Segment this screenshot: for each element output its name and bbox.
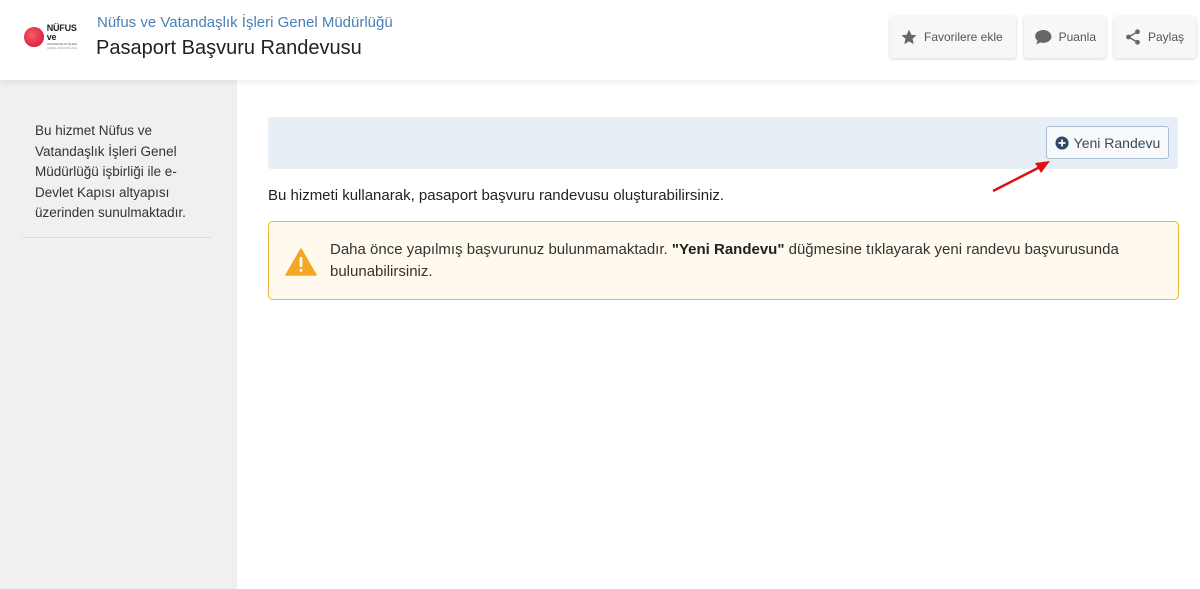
plus-circle-icon [1055, 135, 1069, 150]
alert-message: Daha önce yapılmış başvurunuz bulunmamak… [330, 239, 1150, 283]
alert-text-part1: Daha önce yapılmış başvurunuz bulunmamak… [330, 241, 672, 258]
alert-highlight: "Yeni Randevu" [671, 241, 785, 258]
annotation-arrow [992, 161, 1050, 193]
star-icon [901, 29, 917, 45]
share-button[interactable]: Paylaş [1114, 16, 1196, 58]
speech-bubble-icon [1035, 30, 1052, 45]
rate-label: Puanla [1058, 30, 1096, 44]
service-info-text: Bu hizmet Nüfus ve Vatandaşlık İşleri Ge… [35, 123, 186, 220]
page-title: Pasaport Başvuru Randevusu [96, 37, 362, 59]
header: NÜFUS ve VATANDAŞLIK İŞLERİ GENEL MÜDÜRL… [0, 0, 1200, 80]
logo-line-1: NÜFUS ve [46, 23, 77, 42]
logo-emblem [24, 27, 44, 47]
organization-link[interactable]: Nüfus ve Vatandaşlık İşleri Genel Müdürl… [97, 14, 393, 31]
add-favorite-button[interactable]: Favorilere ekle [890, 16, 1016, 58]
share-label: Paylaş [1148, 30, 1185, 44]
new-appointment-button[interactable]: Yeni Randevu [1046, 126, 1169, 159]
rate-button[interactable]: Puanla [1024, 16, 1106, 58]
info-alert: Daha önce yapılmış başvurunuz bulunmamak… [268, 221, 1179, 300]
share-icon [1126, 29, 1140, 45]
logo-line-3: GENEL MÜDÜRLÜĞÜ [46, 46, 78, 50]
new-appointment-label: Yeni Randevu [1073, 134, 1161, 151]
service-description: Bu hizmeti kullanarak, pasaport başvuru … [268, 187, 725, 204]
add-favorite-label: Favorilere ekle [924, 30, 1003, 44]
sidebar-divider [22, 237, 211, 238]
warning-icon [285, 248, 317, 276]
logo-wordmark: NÜFUS ve VATANDAŞLIK İŞLERİ GENEL MÜDÜRL… [47, 24, 88, 50]
nvi-logo[interactable]: NÜFUS ve VATANDAŞLIK İŞLERİ GENEL MÜDÜRL… [24, 24, 88, 50]
sidebar: Bu hizmet Nüfus ve Vatandaşlık İşleri Ge… [0, 80, 237, 589]
